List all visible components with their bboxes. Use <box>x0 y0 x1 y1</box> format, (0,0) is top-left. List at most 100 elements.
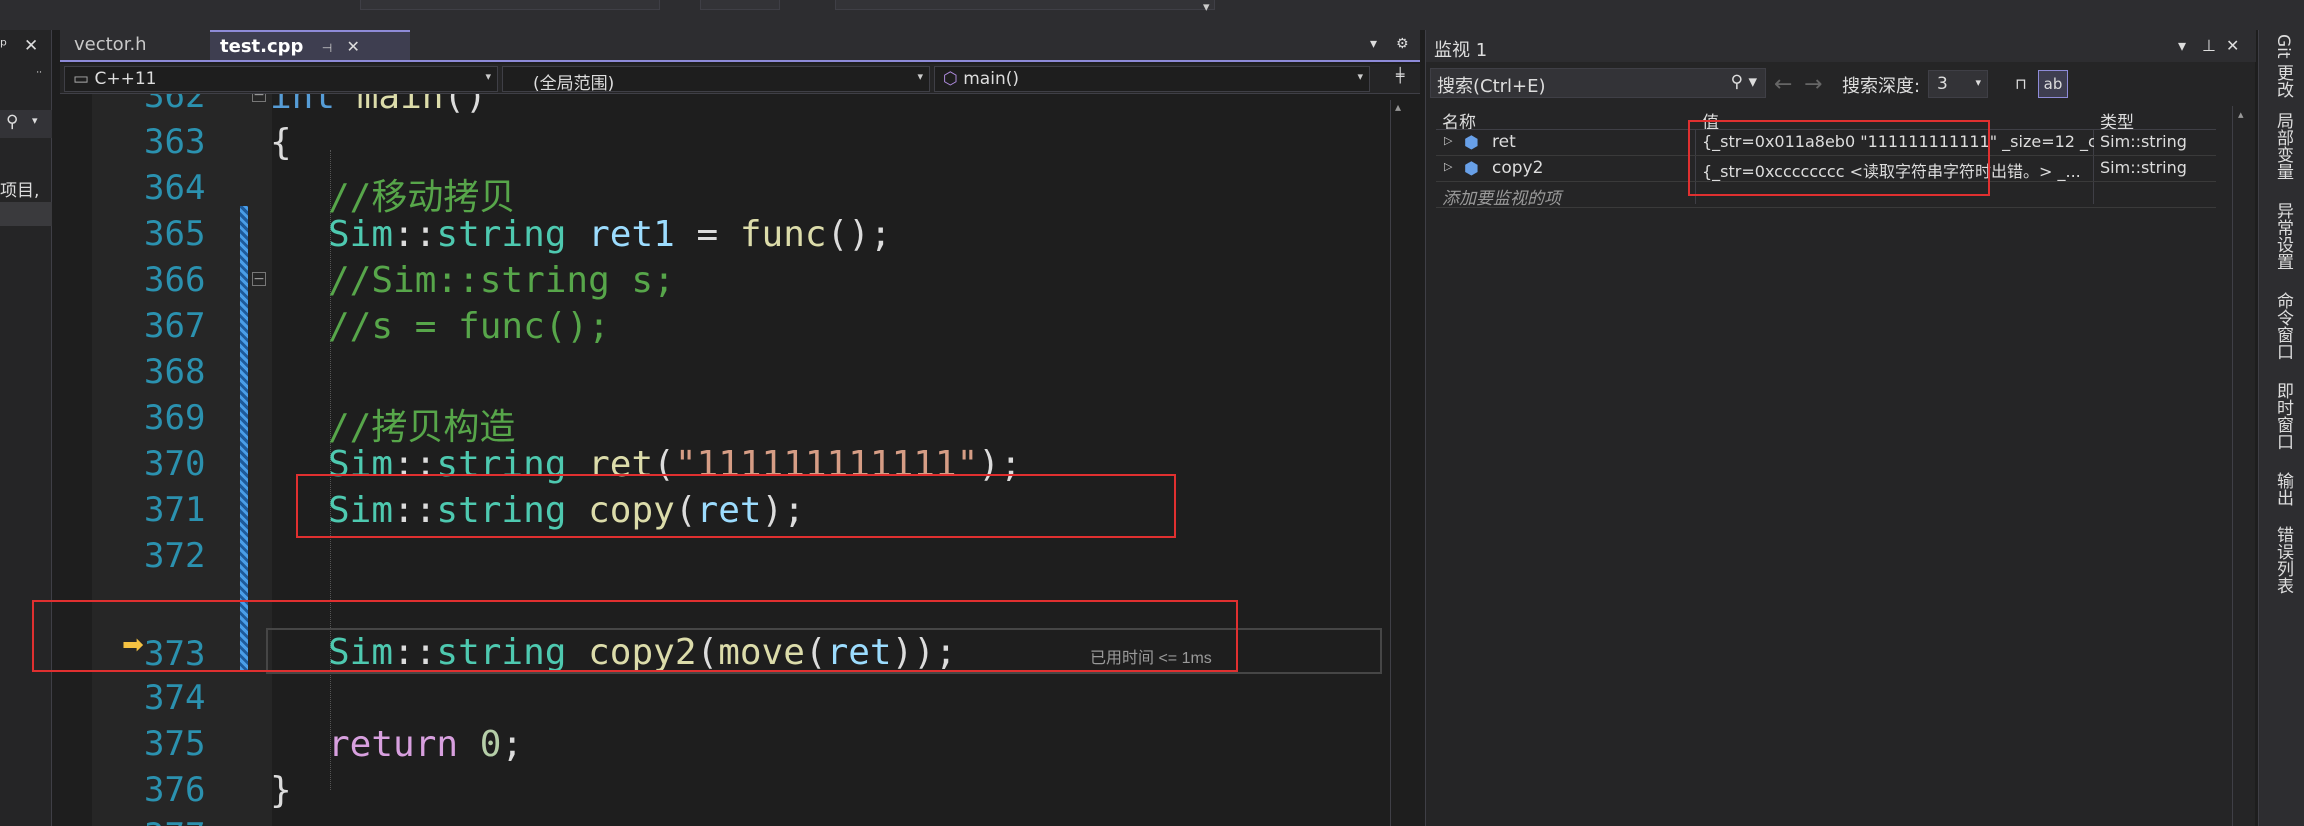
search-back-arrow-icon[interactable]: ← <box>1774 72 1792 97</box>
annotation-box <box>32 600 1238 672</box>
tab-label: vector.h <box>74 34 147 55</box>
close-icon[interactable]: ✕ <box>24 36 38 56</box>
object-icon: ⬢ <box>1464 133 1479 153</box>
tab-list-dropdown-icon[interactable]: ▾ <box>1370 36 1377 52</box>
tab-test-cpp[interactable]: test.cpp ⊣ ✕ <box>210 30 410 60</box>
watch-type: Sim::string <box>2100 158 2187 177</box>
line-number: 377 <box>144 816 264 826</box>
solution-explorer-collapsed: ᵖ ✕ ᐧᐧ ⚲ ▾ 项目, <box>0 30 52 826</box>
line-number: 366 <box>144 260 206 300</box>
code-line: 375 return 0; <box>60 722 1400 768</box>
pin-source-icon[interactable]: ⊓ <box>2006 70 2036 98</box>
tab-command-window[interactable]: 命令窗口 <box>2271 292 2296 360</box>
annotation-box <box>296 474 1176 538</box>
search-icon[interactable]: ⚲ ▾ <box>1731 72 1757 92</box>
column-header-name[interactable]: 名称 <box>1436 106 1696 129</box>
project-dropdown[interactable]: ▭ C++11 ▾ <box>64 66 498 92</box>
chevron-down-icon: ▾ <box>1357 70 1363 83</box>
chevron-down-icon: ▾ <box>485 70 491 83</box>
watch-window: 监视 1 ▾ ⊥ ✕ 搜索(Ctrl+E) ⚲ ▾ ← → 搜索深度: 3 ▾ … <box>1425 30 2256 826</box>
tab-immediate-window[interactable]: 即时窗口 <box>2271 382 2296 450</box>
tab-vector-h[interactable]: vector.h <box>64 30 204 60</box>
selected-tree-item[interactable] <box>0 202 52 226</box>
function-dropdown[interactable]: ⬡ main() ▾ <box>934 66 1370 92</box>
code-line: 365 Sim::string ret1 = func(); <box>60 212 1400 258</box>
scope-name: (全局范围) <box>533 74 615 92</box>
toolbar-combo[interactable] <box>835 0 1215 10</box>
column-header-type[interactable]: 类型 <box>2094 106 2216 129</box>
tab-locals[interactable]: 局部变量 <box>2271 112 2296 180</box>
toolbar-combo[interactable] <box>700 0 780 10</box>
code-line: 368 <box>60 350 1400 396</box>
pin-icon[interactable]: ᵖ <box>0 36 7 56</box>
line-number: 371 <box>144 490 206 530</box>
line-number: 374 <box>144 678 206 718</box>
search-forward-arrow-icon[interactable]: → <box>1804 72 1822 97</box>
chevron-up-icon[interactable]: ▴ <box>1395 100 1401 114</box>
watch-name[interactable]: copy2 <box>1486 156 1686 181</box>
cpp-project-icon: ▭ <box>73 69 90 89</box>
chevron-up-icon[interactable]: ▴ <box>2238 108 2244 121</box>
watch-name[interactable]: ret <box>1486 130 1686 155</box>
search-depth-value: 3 <box>1937 74 1948 94</box>
function-name: main() <box>963 69 1019 89</box>
chevron-down-icon[interactable]: ▾ <box>1203 0 1210 15</box>
tab-git-changes[interactable]: Git 更改 <box>2271 34 2296 98</box>
code-text: } <box>270 770 292 811</box>
split-window-icon[interactable]: ╪ <box>1396 68 1404 84</box>
solution-search-box[interactable]: ⚲ ▾ <box>0 110 52 138</box>
editor-scrollbar[interactable]: ▴ <box>1390 100 1412 826</box>
pin-icon[interactable]: ⊣ <box>322 41 332 55</box>
line-number: 368 <box>144 352 206 392</box>
add-watch-placeholder[interactable]: 添加要监视的项 <box>1436 182 1696 207</box>
expand-arrow-icon[interactable]: ▷ <box>1444 134 1452 147</box>
line-number: 362 <box>144 94 206 116</box>
watch-search-input[interactable]: 搜索(Ctrl+E) ⚲ ▾ <box>1430 68 1766 98</box>
close-icon[interactable]: ✕ <box>2226 36 2239 55</box>
code-line: 369 //拷贝构造 <box>60 396 1400 448</box>
collapse-icon[interactable]: − <box>252 272 266 286</box>
tab-output[interactable]: 输出 <box>2271 472 2296 506</box>
code-line: 376 } <box>60 768 1400 814</box>
code-text: //Sim::string s; <box>328 260 675 301</box>
view-raw-icon[interactable]: ab <box>2038 70 2068 98</box>
scope-dropdown[interactable]: (全局范围) ▾ <box>502 66 930 92</box>
line-number: 369 <box>144 398 206 438</box>
search-depth-dropdown[interactable]: 3 ▾ <box>1928 70 1988 98</box>
line-number: 367 <box>144 306 206 346</box>
top-toolbar-strip: ▾ <box>0 0 2304 30</box>
search-placeholder: 搜索(Ctrl+E) <box>1437 76 1546 97</box>
solution-node-text[interactable]: 项目, <box>0 176 39 201</box>
expand-arrow-icon[interactable]: ▷ <box>1444 160 1452 173</box>
watch-toolbar: 搜索(Ctrl+E) ⚲ ▾ ← → 搜索深度: 3 ▾ ⊓ ab <box>1426 64 2256 104</box>
chevron-down-icon[interactable]: ▾ <box>32 114 38 127</box>
close-icon[interactable]: ✕ <box>346 37 359 56</box>
more-icon[interactable]: ᐧᐧ <box>36 66 42 79</box>
line-number: 364 <box>144 168 206 208</box>
chevron-down-icon[interactable]: ▾ <box>2178 36 2186 55</box>
tab-error-list[interactable]: 错误列表 <box>2271 526 2296 594</box>
watch-scrollbar[interactable]: ▴ <box>2232 106 2254 826</box>
line-number: 363 <box>144 122 206 162</box>
tab-exception-settings[interactable]: 异常设置 <box>2271 202 2296 270</box>
chevron-down-icon: ▾ <box>917 70 923 83</box>
code-line: 372 <box>60 534 1400 580</box>
code-text: { <box>270 122 292 163</box>
collapse-icon[interactable]: − <box>252 94 266 102</box>
tab-label: test.cpp <box>220 36 304 57</box>
search-depth-label: 搜索深度: <box>1842 76 1921 97</box>
code-area[interactable]: 362 − int main() 363 { 364 //移动拷贝 365 Si… <box>60 94 1420 826</box>
code-text: //s = func(); <box>328 306 610 347</box>
line-number: 370 <box>144 444 206 484</box>
toolbar-combo[interactable] <box>360 0 660 10</box>
code-editor: vector.h test.cpp ⊣ ✕ ▾ ⚙ ▭ C++11 ▾ (全局范… <box>60 30 1420 826</box>
gear-icon[interactable]: ⚙ <box>1396 36 1409 52</box>
annotation-box <box>1688 120 1990 196</box>
watch-title-bar: 监视 1 ▾ ⊥ ✕ <box>1426 30 2256 62</box>
project-name: C++11 <box>94 69 157 89</box>
watch-grid: 名称 值 类型 ▷ ⬢ ret {_str=0x011a8eb0 "111111… <box>1436 106 2236 826</box>
pin-icon[interactable]: ⊥ <box>2202 36 2216 55</box>
tool-window-strip: Git 更改 局部变量 异常设置 命令窗口 即时窗口 输出 错误列表 <box>2258 30 2304 826</box>
code-line: 374 <box>60 676 1400 722</box>
watch-type: Sim::string <box>2100 132 2187 151</box>
